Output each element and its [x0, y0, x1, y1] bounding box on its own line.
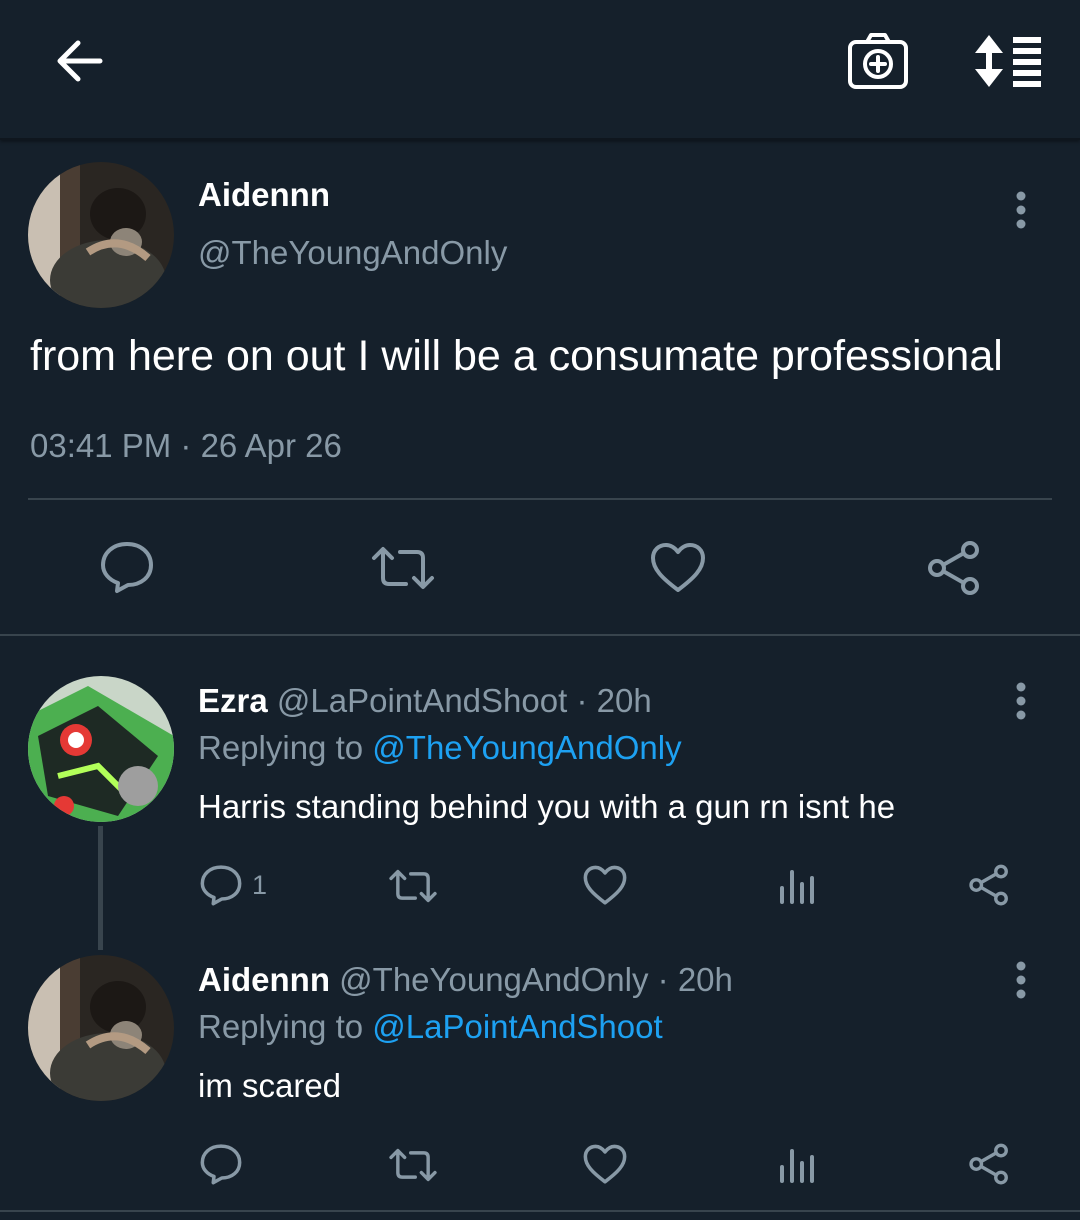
reply-author-handle[interactable]: @TheYoungAndOnly	[339, 961, 648, 998]
like-button[interactable]	[650, 542, 706, 594]
analytics-icon	[780, 1149, 814, 1183]
thread-line	[98, 826, 103, 950]
reply-icon	[200, 1144, 242, 1185]
share-icon	[969, 864, 1008, 906]
heart-icon	[583, 1144, 627, 1184]
heart-icon	[651, 543, 705, 592]
reply-header: Ezra @LaPointAndShoot · 20h	[198, 682, 652, 720]
divider	[28, 498, 1052, 500]
retweet-button[interactable]	[370, 544, 436, 592]
reply-text: Harris standing behind you with a gun rn…	[198, 788, 896, 825]
like-button[interactable]	[583, 1144, 627, 1185]
arrow-left-icon	[57, 40, 103, 82]
sort-button[interactable]	[968, 26, 1054, 96]
reply-author-name[interactable]: Ezra	[198, 682, 268, 719]
reply-text: im scared	[198, 1067, 342, 1104]
camera-button[interactable]	[840, 26, 916, 96]
more-options-button[interactable]	[1001, 673, 1041, 729]
retweet-button[interactable]	[388, 1146, 438, 1184]
retweet-button[interactable]	[388, 867, 438, 905]
like-button[interactable]	[583, 865, 627, 906]
more-options-button[interactable]	[1001, 182, 1041, 238]
share-button[interactable]	[926, 540, 982, 596]
reply-author-handle[interactable]: @LaPointAndShoot	[277, 682, 567, 719]
camera-plus-icon	[848, 33, 908, 89]
reply-time: · 20h	[576, 682, 652, 719]
more-options-button[interactable]	[1001, 952, 1041, 1008]
tweet-timestamp[interactable]: 03:41 PM · 26 Apr 26	[30, 427, 342, 465]
share-icon	[969, 1143, 1008, 1185]
more-vertical-icon	[1016, 191, 1026, 229]
reply-button[interactable]: 1	[200, 864, 267, 906]
reply-count: 1	[252, 869, 268, 900]
tweet-text: from here on out I will be a consumate p…	[30, 332, 1003, 380]
replying-to: Replying to @LaPointAndShoot	[198, 1008, 663, 1046]
reply-button[interactable]	[100, 540, 154, 594]
author-handle[interactable]: @TheYoungAndOnly	[198, 234, 507, 272]
top-app-bar	[0, 0, 1080, 140]
share-icon	[928, 541, 979, 595]
divider	[0, 1210, 1080, 1212]
reply-time: · 20h	[657, 961, 733, 998]
reply-button[interactable]	[200, 1143, 252, 1185]
replying-to: Replying to @TheYoungAndOnly	[198, 729, 682, 767]
retweet-icon	[389, 1148, 437, 1182]
sort-list-icon	[975, 35, 1041, 87]
more-vertical-icon	[1016, 682, 1026, 720]
back-button[interactable]	[40, 28, 116, 94]
heart-icon	[583, 865, 627, 905]
retweet-icon	[389, 869, 437, 903]
analytics-button[interactable]	[778, 1145, 816, 1183]
avatar[interactable]	[28, 162, 174, 308]
retweet-icon	[372, 547, 434, 589]
avatar[interactable]	[28, 955, 174, 1101]
more-vertical-icon	[1016, 961, 1026, 999]
replying-to-label: Replying to	[198, 1008, 364, 1045]
reply-icon	[101, 542, 153, 593]
replying-to-link[interactable]: @TheYoungAndOnly	[372, 729, 681, 766]
reply-author-name[interactable]: Aidennn	[198, 961, 330, 998]
reply-header: Aidennn @TheYoungAndOnly · 20h	[198, 961, 733, 999]
author-name[interactable]: Aidennn	[198, 176, 330, 214]
analytics-icon	[780, 870, 814, 904]
share-button[interactable]	[968, 864, 1010, 906]
divider	[0, 634, 1080, 636]
avatar[interactable]	[28, 676, 174, 822]
share-button[interactable]	[968, 1143, 1010, 1185]
reply-icon	[200, 865, 242, 906]
analytics-button[interactable]	[778, 866, 816, 904]
replying-to-label: Replying to	[198, 729, 364, 766]
replying-to-link[interactable]: @LaPointAndShoot	[372, 1008, 662, 1045]
